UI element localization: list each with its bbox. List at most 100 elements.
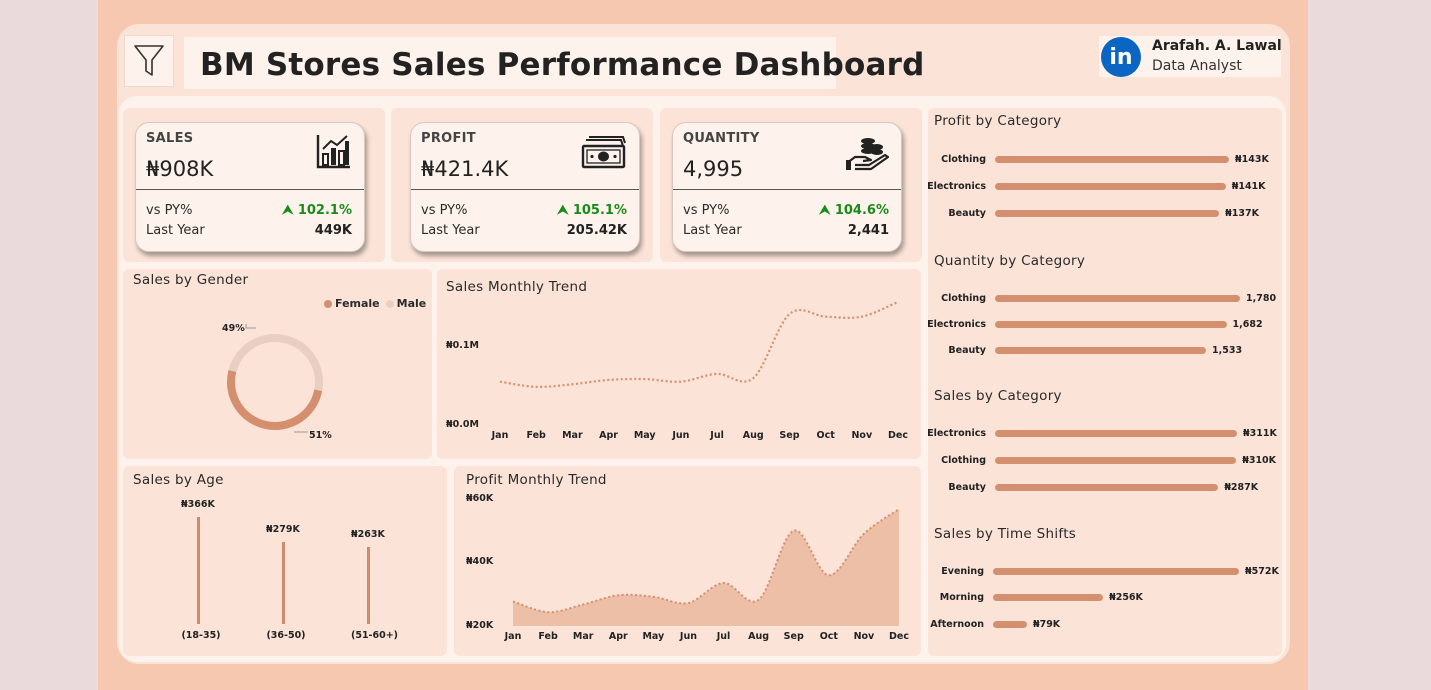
kpi-divider — [136, 189, 364, 190]
x-tick-label: Apr — [609, 631, 628, 642]
bar-chart-icon — [316, 133, 352, 173]
male-leader-line — [245, 324, 256, 329]
sales-trend-line[interactable] — [499, 300, 899, 389]
bar-value-label: ₦256K — [1109, 592, 1143, 603]
kpi-ly-label: Last Year — [421, 223, 480, 238]
category-bar[interactable] — [993, 594, 1104, 601]
kpi-vs-value: ⮝ 104.6% — [819, 203, 889, 218]
age-bar[interactable] — [282, 542, 285, 624]
bar-value-label: ₦141K — [1231, 181, 1266, 192]
linkedin-icon[interactable]: in — [1101, 37, 1141, 77]
bar-value-label: ₦287K — [1224, 482, 1259, 493]
bar-value-label: 1,780 — [1246, 293, 1277, 304]
category-bar[interactable] — [995, 430, 1237, 437]
male-pct-label: 49% — [222, 323, 245, 334]
sales-trend-y-tick: ₦0.1M — [446, 340, 479, 351]
gender-donut — [227, 324, 323, 433]
bar-category-label: Electronics — [927, 428, 986, 439]
age-panel — [123, 466, 447, 656]
coins-hand-icon — [845, 135, 890, 175]
category-bar[interactable] — [995, 295, 1240, 302]
bar-category-label: Beauty — [948, 345, 986, 356]
male-dot-icon — [385, 300, 394, 308]
x-tick-label: Aug — [743, 430, 764, 441]
bar-value-label: ₦310K — [1242, 455, 1277, 466]
age-bar[interactable] — [367, 547, 370, 624]
up-arrow-icon: ⮝ — [819, 203, 835, 218]
x-tick-label: Jul — [709, 430, 724, 441]
x-tick-label: Sep — [779, 430, 799, 441]
category-bar[interactable] — [995, 156, 1229, 163]
gender-legend: Female Male — [324, 297, 426, 310]
shift-title: Sales by Time Shifts — [934, 526, 1077, 542]
x-tick-label: Jan — [504, 631, 522, 642]
kpi-vs-label: vs PY% — [421, 203, 468, 218]
x-tick-label: May — [642, 631, 665, 642]
category-bar[interactable] — [995, 347, 1206, 354]
profit-trend-chart: Jan Feb Mar Apr May Jun Jul Aug Sep Oct Nov Dec — [504, 508, 909, 642]
kpi-ly-row: Last Year 205.42K — [421, 223, 627, 238]
kpi-card-profit[interactable]: PROFIT ₦421.4K vs PY% ⮝ 105.1% Last Year… — [410, 122, 640, 252]
legend-item-male[interactable]: Male — [385, 297, 427, 310]
bar-value-label: ₦143K — [1235, 154, 1269, 165]
age-category-label: (36-50) — [266, 630, 306, 641]
category-bar[interactable] — [995, 457, 1237, 464]
x-tick-label: Jan — [491, 430, 509, 441]
female-dot-icon — [324, 300, 332, 308]
category-bar[interactable] — [995, 210, 1220, 217]
age-value-label: ₦279K — [266, 524, 300, 536]
kpi-value: 4,995 — [683, 157, 744, 181]
legend-label: Male — [396, 297, 427, 310]
x-tick-label: Feb — [538, 631, 558, 642]
kpi-vs-label: vs PY% — [146, 203, 193, 218]
author-profile: in Arafah. A. Lawal Data Analyst — [1099, 36, 1282, 77]
age-category-label: (18-35) — [181, 630, 221, 641]
bar-value-label: ₦572K — [1245, 566, 1279, 577]
category-bar[interactable] — [995, 321, 1227, 328]
sales-trend-y-tick: ₦0.0M — [446, 419, 479, 430]
bar-value-label: ₦137K — [1225, 208, 1259, 219]
kpi-vs-row: vs PY% ⮝ 105.1% — [421, 203, 627, 218]
up-arrow-icon: ⮝ — [557, 203, 573, 218]
x-tick-label: Dec — [889, 631, 909, 642]
kpi-value: ₦908K — [146, 157, 214, 181]
female-pct-label: 51% — [309, 430, 332, 441]
kpi-label: QUANTITY — [683, 131, 760, 146]
bar-value-label: ₦79K — [1032, 619, 1061, 630]
profit-trend-title: Profit Monthly Trend — [466, 472, 607, 488]
kpi-vs-value: ⮝ 105.1% — [557, 203, 627, 218]
kpi-card-quantity[interactable]: QUANTITY 4,995 vs PY% ⮝ 104.6% Last Year… — [672, 122, 902, 252]
profit-trend-y-tick: ₦40K — [466, 556, 494, 567]
filter-button[interactable] — [124, 35, 174, 87]
age-bar[interactable] — [197, 517, 200, 624]
kpi-label: PROFIT — [421, 131, 476, 146]
quantity-category-title: Quantity by Category — [934, 253, 1086, 269]
x-tick-label: Dec — [888, 430, 908, 441]
profit-trend-y-tick: ₦20K — [466, 620, 494, 631]
category-bar[interactable] — [995, 183, 1226, 190]
kpi-card-sales[interactable]: SALES ₦908K vs PY% ⮝ 102.1% Last Year 44… — [135, 122, 365, 252]
title-box: BM Stores Sales Performance Dashboard — [184, 37, 924, 89]
category-bar[interactable] — [993, 621, 1027, 628]
bar-category-label: Evening — [941, 566, 984, 577]
bar-category-label: Clothing — [941, 293, 986, 304]
sales-trend-chart: Jan Feb Mar Apr May Jun Jul Aug Sep Oct Nov Dec — [491, 300, 908, 441]
kpi-ly-value: 2,441 — [847, 223, 889, 238]
kpi-ly-row: Last Year 2,441 — [683, 223, 889, 238]
x-tick-label: Nov — [851, 430, 872, 441]
linkedin-logo-text: in — [1109, 44, 1133, 70]
x-tick-label: Oct — [820, 631, 839, 642]
legend-item-female[interactable]: Female — [324, 297, 380, 310]
donut-slice-female[interactable] — [227, 370, 323, 430]
bar-value-label: ₦311K — [1243, 428, 1277, 439]
bar-category-label: Electronics — [927, 319, 986, 330]
bar-value-label: 1,533 — [1212, 345, 1243, 356]
category-bar[interactable] — [993, 568, 1239, 575]
profit-trend-y-tick: ₦60K — [466, 493, 494, 504]
category-bar[interactable] — [995, 484, 1219, 491]
kpi-vs-row: vs PY% ⮝ 102.1% — [146, 203, 352, 218]
author-name: Arafah. A. Lawal — [1152, 38, 1282, 54]
sales-trend-title: Sales Monthly Trend — [446, 279, 588, 295]
age-title: Sales by Age — [133, 472, 224, 488]
bar-category-label: Clothing — [941, 154, 986, 165]
